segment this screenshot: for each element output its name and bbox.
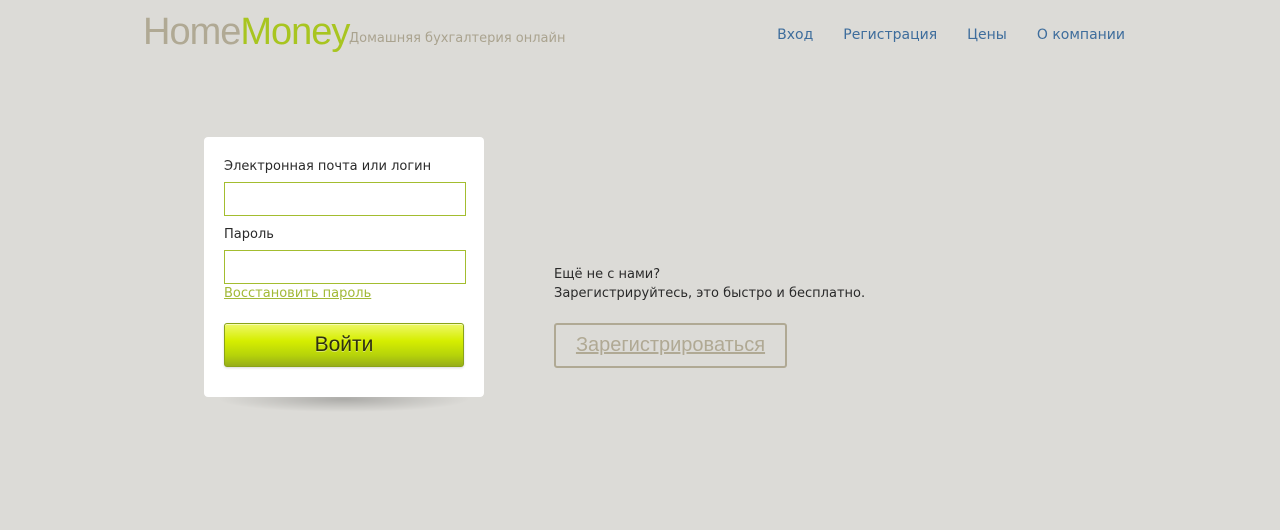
logo[interactable]: HomeMoney (143, 10, 350, 54)
email-field[interactable] (224, 182, 466, 216)
nav-about-link[interactable]: О компании (1037, 27, 1125, 43)
promo-line-1: Ещё не с нами? (554, 267, 661, 282)
top-nav: Вход Регистрация Цены О компании (777, 27, 1125, 43)
email-label: Электронная почта или логин (224, 159, 432, 174)
nav-login-link[interactable]: Вход (777, 27, 813, 43)
register-button[interactable]: Зарегистрироваться (554, 323, 787, 368)
tagline: Домашняя бухгалтерия онлайн (349, 31, 566, 46)
password-label: Пароль (224, 227, 274, 242)
logo-money-text: Money (240, 11, 350, 53)
nav-register-link[interactable]: Регистрация (843, 27, 937, 43)
register-promo: Ещё не с нами? Зарегистрируйтесь, это бы… (554, 265, 865, 303)
page: HomeMoney Домашняя бухгалтерия онлайн Вх… (0, 0, 1280, 530)
restore-password-link[interactable]: Восстановить пароль (224, 286, 371, 301)
nav-prices-link[interactable]: Цены (967, 27, 1007, 43)
logo-home-text: Home (143, 11, 241, 53)
password-field[interactable] (224, 250, 466, 284)
promo-line-2: Зарегистрируйтесь, это быстро и бесплатн… (554, 286, 866, 301)
login-button[interactable]: Войти (224, 323, 464, 367)
login-card: Электронная почта или логин Пароль Восст… (204, 137, 484, 397)
